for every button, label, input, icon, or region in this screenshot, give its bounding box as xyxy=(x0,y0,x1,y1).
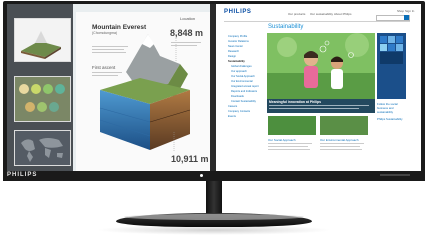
world-map-icon xyxy=(15,131,70,165)
osd-controls-right xyxy=(380,174,410,176)
infographic-title: Mountain Everest xyxy=(92,24,147,31)
thumbnail-world-map[interactable] xyxy=(14,130,71,166)
header-divider xyxy=(224,21,410,22)
icons-thumbnail-icon xyxy=(15,77,70,121)
text-line xyxy=(320,143,364,144)
text-line xyxy=(320,146,360,147)
infographic-subtitle: (Chomolungma) xyxy=(92,31,118,35)
brand-logo: PHILIPS xyxy=(7,172,38,178)
right-rail-link[interactable]: Philips Sustainability xyxy=(377,117,406,121)
text-line xyxy=(92,52,126,53)
text-line xyxy=(92,72,122,73)
text-line xyxy=(171,45,197,46)
tile-social-image[interactable] xyxy=(268,116,316,135)
left-screen: Mountain Everest (Chomolungma) Location … xyxy=(7,4,210,171)
search-icon[interactable] xyxy=(404,15,409,20)
hero-image[interactable] xyxy=(267,33,375,99)
sidebar-item[interactable]: Events xyxy=(228,114,264,119)
nav-about-philips[interactable]: About Philips xyxy=(334,12,352,16)
children-bubbles-photo xyxy=(267,33,375,99)
color-grid-graphic xyxy=(377,33,406,99)
tile-environmental-title[interactable]: Our Environmental Approach xyxy=(320,138,359,142)
tile-environmental-image[interactable] xyxy=(320,116,368,135)
power-led xyxy=(200,174,203,177)
philips-site-logo[interactable]: PHILIPS xyxy=(224,9,252,15)
monitor-stand-neck xyxy=(206,181,222,216)
text-line xyxy=(92,75,118,76)
depth-value: 10,911 m xyxy=(171,154,209,164)
thumbnail-terrain[interactable] xyxy=(14,18,71,62)
text-line xyxy=(268,146,308,147)
top-link-sign-in[interactable]: Sign In xyxy=(405,9,414,13)
thumbnail-icons[interactable] xyxy=(14,76,71,122)
top-link-shop[interactable]: Shop xyxy=(397,9,404,13)
thumbnail-panel xyxy=(7,4,73,171)
location-label: Location xyxy=(180,16,196,21)
text-line xyxy=(268,149,310,150)
text-line xyxy=(268,143,312,144)
nav-our-products[interactable]: Our products xyxy=(288,12,305,16)
text-line xyxy=(171,42,201,43)
monitor-stand-highlight xyxy=(124,214,304,220)
text-line xyxy=(92,46,128,47)
height-value: 8,848 m xyxy=(170,28,204,38)
first-ascent-label: First ascent xyxy=(92,65,116,70)
text-line xyxy=(92,49,124,50)
sidebar-menu: Company Profile Investor Relations News … xyxy=(228,34,264,119)
text-line xyxy=(269,105,369,106)
hero-caption-title[interactable]: Meaningful innovation at Philips xyxy=(269,100,321,104)
monitor-bottom-bezel xyxy=(3,171,425,181)
right-rail-banner[interactable] xyxy=(377,33,406,99)
text-line xyxy=(320,149,362,150)
right-rail-link[interactable]: Follow the social business and sustainab… xyxy=(377,102,406,114)
terrain-thumbnail-icon xyxy=(15,19,70,61)
page-title: Sustainability xyxy=(268,24,304,30)
nav-our-sustainability[interactable]: Our sustainability xyxy=(310,12,333,16)
tile-social-title[interactable]: Our Social Approach xyxy=(268,138,296,142)
text-line xyxy=(269,108,359,109)
